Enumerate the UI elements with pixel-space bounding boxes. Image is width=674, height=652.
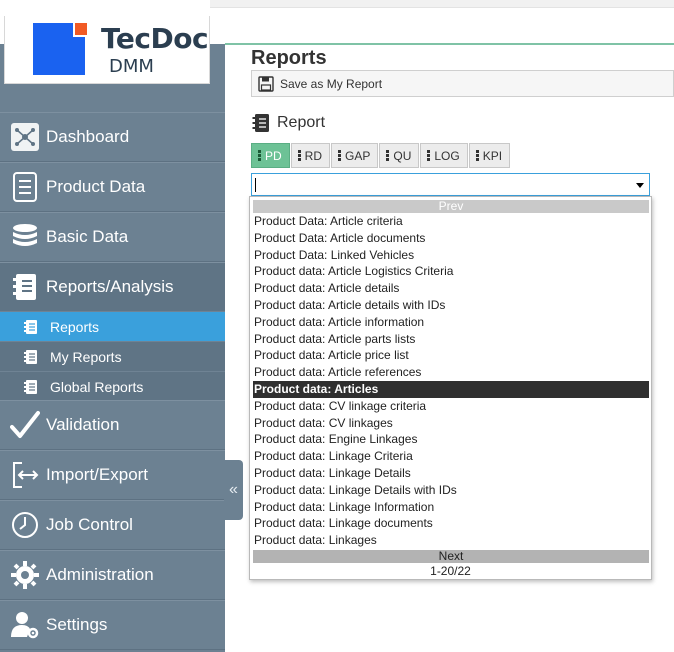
sidebar-item-basic-data[interactable]: Basic Data bbox=[0, 212, 225, 262]
sidebar-item-validation[interactable]: Validation bbox=[0, 400, 225, 450]
save-label: Save as My Report bbox=[280, 76, 383, 91]
list-icon bbox=[9, 171, 41, 203]
sidebar-item-label: Reports/Analysis bbox=[46, 277, 174, 296]
notebook-icon bbox=[22, 378, 40, 396]
check-icon bbox=[9, 409, 41, 441]
page-title: Reports bbox=[251, 47, 327, 69]
dropdown-option[interactable]: Product data: Engine Linkages bbox=[253, 431, 649, 448]
main-top-border bbox=[225, 43, 674, 45]
sidebar-subitem-reports[interactable]: Reports bbox=[0, 311, 225, 341]
sidebar-item-label: Settings bbox=[46, 615, 108, 634]
sidebar-subitem-label: My Reports bbox=[50, 348, 122, 365]
dropdown-option[interactable]: Product data: Articles bbox=[253, 381, 649, 398]
sidebar-item-product-data[interactable]: Product Data bbox=[0, 162, 225, 212]
sidebar-subitem-my-reports[interactable]: My Reports bbox=[0, 341, 225, 371]
sidebar-item-label: Job Control bbox=[46, 515, 133, 534]
tab-rd[interactable]: RD bbox=[290, 143, 331, 168]
sidebar-item-administration[interactable]: Administration bbox=[0, 550, 225, 600]
sidebar-item-label: Dashboard bbox=[46, 127, 130, 146]
gear-icon bbox=[9, 559, 41, 591]
network-icon bbox=[9, 121, 41, 153]
tab-pd[interactable]: PD bbox=[251, 143, 290, 168]
sidebar-subitem-label: Global Reports bbox=[50, 378, 144, 395]
dropdown-option[interactable]: Product data: Linkage Details bbox=[253, 465, 649, 482]
tab-label: KPI bbox=[482, 148, 503, 163]
sidebar-item-label: Import/Export bbox=[46, 465, 149, 484]
dropdown-option[interactable]: Product data: Article references bbox=[253, 364, 649, 381]
tab-kpi[interactable]: KPI bbox=[468, 143, 511, 168]
sidebar-item-import-export[interactable]: Import/Export bbox=[0, 450, 225, 500]
sidebar-subitem-label: Reports bbox=[50, 318, 100, 335]
grip-icon bbox=[258, 150, 261, 161]
user-settings-icon bbox=[9, 609, 41, 641]
dropdown-option[interactable]: Product data: CV linkage criteria bbox=[253, 398, 649, 415]
sidebar-item-label: Product Data bbox=[46, 177, 146, 196]
sidebar-item-label: Basic Data bbox=[46, 227, 129, 246]
tab-gap[interactable]: GAP bbox=[331, 143, 379, 168]
dropdown-option[interactable]: Product data: CV linkages bbox=[253, 415, 649, 432]
grip-icon bbox=[297, 150, 301, 161]
dropdown-option[interactable]: Product data: Article details bbox=[253, 280, 649, 297]
logo-text-tecdoc: TecDoc bbox=[101, 22, 209, 55]
report-dropdown-list: Prev Product Data: Article criteria Produ… bbox=[249, 196, 652, 580]
notebook-icon bbox=[22, 348, 40, 366]
sidebar-subitem-global-reports[interactable]: Global Reports bbox=[0, 371, 225, 401]
floppy-disk-icon bbox=[258, 75, 274, 92]
grip-icon bbox=[427, 150, 431, 161]
grip-icon bbox=[386, 150, 390, 161]
sidebar-item-label: Validation bbox=[46, 415, 120, 434]
tab-qu[interactable]: QU bbox=[379, 143, 420, 168]
dropdown-option[interactable]: Product Data: Linked Vehicles bbox=[253, 247, 649, 264]
dropdown-option[interactable]: Product data: Article price list bbox=[253, 347, 649, 364]
tab-label: PD bbox=[265, 148, 282, 163]
sidebar-collapse-button[interactable]: « bbox=[224, 460, 243, 520]
tecdoc-logo[interactable]: TecDoc DMM bbox=[4, 16, 210, 84]
save-as-my-report-button[interactable]: Save as My Report bbox=[251, 70, 674, 97]
grip-icon bbox=[475, 150, 479, 161]
logo-red-square bbox=[73, 21, 89, 37]
text-caret bbox=[255, 178, 256, 192]
clock-icon bbox=[9, 509, 41, 541]
sidebar-item-label: Administration bbox=[46, 565, 154, 584]
top-strip-shade bbox=[210, 0, 674, 8]
tab-label: GAP bbox=[345, 148, 371, 163]
notebook-icon bbox=[22, 318, 40, 336]
prev-page-button[interactable]: Prev bbox=[253, 200, 649, 213]
dropdown-option[interactable]: Product data: Linkage Information bbox=[253, 499, 649, 516]
report-heading: Report bbox=[251, 112, 325, 134]
next-page-button[interactable]: Next bbox=[253, 550, 649, 563]
report-heading-label: Report bbox=[277, 114, 326, 131]
tab-label: RD bbox=[304, 148, 323, 163]
tab-label: LOG bbox=[434, 148, 460, 163]
double-chevron-left-icon: « bbox=[229, 481, 238, 498]
dropdown-option[interactable]: Product data: Linkage Criteria bbox=[253, 448, 649, 465]
dropdown-option[interactable]: Product data: Article information bbox=[253, 314, 649, 331]
dropdown-option[interactable]: Product data: Linkage Details with IDs bbox=[253, 482, 649, 499]
report-category-tabs: PD RD GAP QU LOG KPI bbox=[251, 143, 511, 168]
dropdown-option[interactable]: Product data: Linkages bbox=[253, 532, 649, 549]
grip-icon bbox=[338, 150, 342, 161]
notebook-icon bbox=[252, 114, 269, 132]
logo-text-dmm: DMM bbox=[109, 56, 154, 77]
report-select[interactable] bbox=[251, 173, 650, 196]
import-export-icon bbox=[9, 459, 41, 491]
dropdown-option[interactable]: Product data: Article Logistics Criteria bbox=[253, 263, 649, 280]
sidebar-item-settings[interactable]: Settings bbox=[0, 600, 225, 650]
notebook-icon bbox=[9, 271, 41, 303]
dropdown-option[interactable]: Product Data: Article documents bbox=[253, 230, 649, 247]
dropdown-option[interactable]: Product Data: Article criteria bbox=[253, 213, 649, 230]
sidebar-item-job-control[interactable]: Job Control bbox=[0, 500, 225, 550]
tab-label: QU bbox=[393, 148, 412, 163]
chevron-down-icon[interactable] bbox=[636, 183, 644, 188]
sidebar-item-dashboard[interactable]: Dashboard bbox=[0, 112, 225, 162]
sidebar-item-reports-analysis[interactable]: Reports/Analysis bbox=[0, 262, 225, 312]
database-icon bbox=[9, 221, 41, 253]
dropdown-option[interactable]: Product data: Linkage documents bbox=[253, 515, 649, 532]
tab-log[interactable]: LOG bbox=[420, 143, 468, 168]
dropdown-option[interactable]: Product data: Article parts lists bbox=[253, 331, 649, 348]
page-count: 1-20/22 bbox=[430, 564, 471, 578]
dropdown-option[interactable]: Product data: Article details with IDs bbox=[253, 297, 649, 314]
